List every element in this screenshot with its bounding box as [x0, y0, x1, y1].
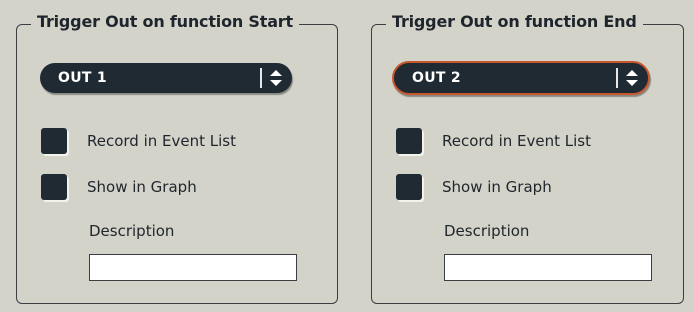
dropdown-divider	[616, 68, 618, 88]
output-select-value: OUT 1	[58, 70, 107, 86]
description-label: Description	[444, 222, 530, 240]
record-in-event-list-row[interactable]: Record in Event List	[396, 127, 591, 155]
description-field[interactable]	[89, 254, 297, 281]
up-down-arrows-icon	[270, 70, 282, 86]
description-field[interactable]	[444, 254, 652, 281]
show-in-graph-checkbox[interactable]	[41, 174, 67, 200]
record-in-event-list-row[interactable]: Record in Event List	[41, 127, 236, 155]
record-in-event-list-label: Record in Event List	[442, 132, 591, 150]
output-select[interactable]: OUT 1	[40, 63, 292, 93]
trigger-out-end-group: Trigger Out on function End OUT 2 Record…	[371, 12, 684, 304]
output-select-value: OUT 2	[412, 70, 461, 86]
show-in-graph-row[interactable]: Show in Graph	[396, 173, 552, 201]
group-title: Trigger Out on function Start	[31, 12, 299, 31]
show-in-graph-label: Show in Graph	[442, 178, 552, 196]
group-title: Trigger Out on function End	[386, 12, 643, 31]
show-in-graph-checkbox[interactable]	[396, 174, 422, 200]
up-down-arrows-icon	[626, 70, 638, 86]
output-select[interactable]: OUT 2	[392, 61, 650, 95]
dropdown-divider	[260, 68, 262, 88]
description-label: Description	[89, 222, 175, 240]
trigger-out-start-group: Trigger Out on function Start OUT 1 Reco…	[16, 12, 338, 304]
show-in-graph-label: Show in Graph	[87, 178, 197, 196]
record-in-event-list-checkbox[interactable]	[396, 128, 422, 154]
record-in-event-list-checkbox[interactable]	[41, 128, 67, 154]
record-in-event-list-label: Record in Event List	[87, 132, 236, 150]
show-in-graph-row[interactable]: Show in Graph	[41, 173, 197, 201]
